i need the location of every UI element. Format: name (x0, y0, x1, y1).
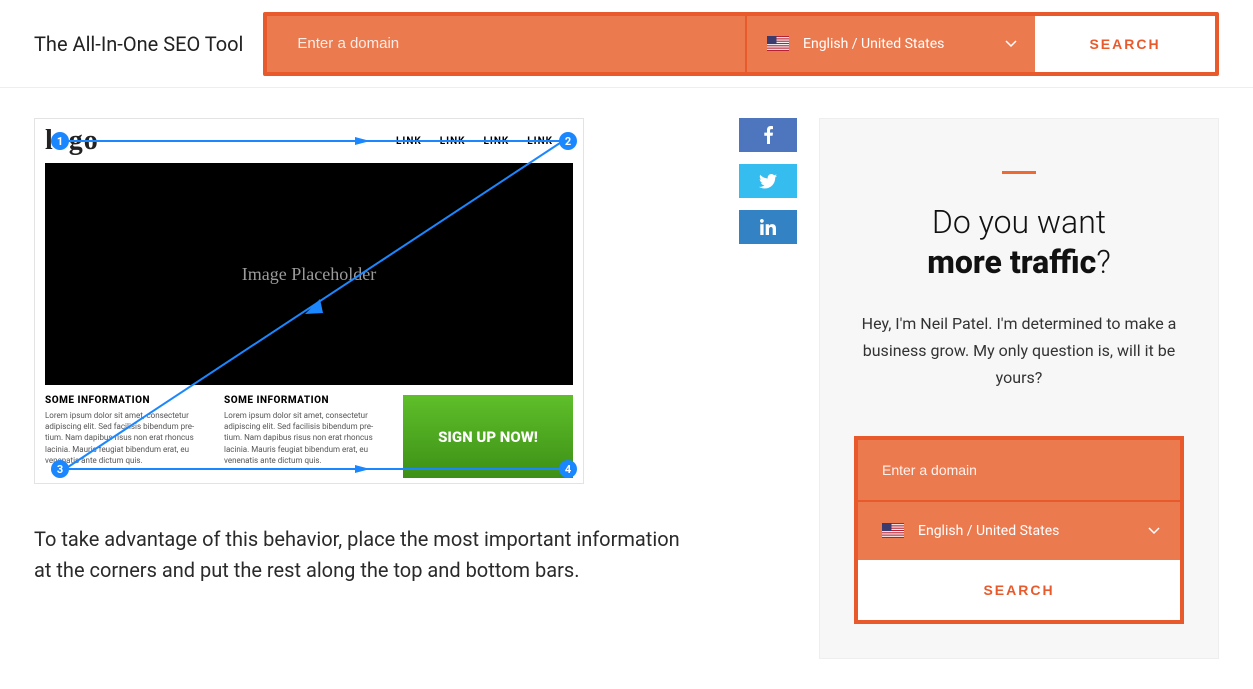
mock-info-body: Lorem ipsum dolor sit amet, consectetur … (45, 410, 206, 466)
mock-columns: SOME INFORMATION Lorem ipsum dolor sit a… (45, 395, 573, 478)
share-facebook-button[interactable] (739, 118, 797, 152)
mock-hero-label: Image Placeholder (242, 264, 376, 285)
top-search-bar: English / United States SEARCH (263, 12, 1219, 76)
mock-cta: SIGN UP NOW! (403, 395, 573, 478)
mock-nav: LINK LINK LINK LINK (396, 136, 553, 147)
sidebar-heading-suf: ? (1096, 243, 1111, 281)
sidebar-search-row (858, 440, 1180, 500)
article-column: logo LINK LINK LINK LINK Image Placehold… (34, 118, 699, 586)
twitter-icon (759, 174, 777, 189)
sidebar-region-label: English / United States (918, 523, 1059, 539)
top-bar: The All-In-One SEO Tool English / United… (0, 0, 1253, 88)
mock-nav-link: LINK (527, 136, 553, 147)
region-label: English / United States (803, 36, 944, 52)
callout-badge-4: 4 (559, 460, 577, 478)
mock-info-heading: SOME INFORMATION (224, 395, 385, 406)
sidebar-heading-bold: more traffic (927, 243, 1096, 281)
sidebar-search-button[interactable]: SEARCH (858, 560, 1180, 620)
page-title: The All-In-One SEO Tool (34, 32, 243, 56)
us-flag-icon (882, 523, 904, 538)
callout-badge-2: 2 (559, 132, 577, 150)
mock-info-col: SOME INFORMATION Lorem ipsum dolor sit a… (224, 395, 385, 478)
sidebar-search-input[interactable] (882, 462, 1156, 478)
mock-cta-label: SIGN UP NOW! (438, 428, 538, 446)
sidebar-desc: Hey, I'm Neil Patel. I'm determined to m… (854, 310, 1184, 392)
search-button[interactable]: SEARCH (1035, 16, 1215, 72)
z-pattern-diagram: logo LINK LINK LINK LINK Image Placehold… (34, 118, 584, 484)
region-dropdown[interactable]: English / United States (745, 16, 1035, 72)
mock-info-col: SOME INFORMATION Lorem ipsum dolor sit a… (45, 395, 206, 478)
top-search-input-wrap (267, 16, 745, 72)
linkedin-icon (760, 219, 776, 235)
facebook-icon (764, 126, 773, 144)
share-linkedin-button[interactable] (739, 210, 797, 244)
sidebar-cta-card: Do you want more traffic? Hey, I'm Neil … (819, 118, 1219, 659)
sidebar-region-dropdown[interactable]: English / United States (858, 500, 1180, 560)
chevron-down-icon (1005, 40, 1017, 48)
share-twitter-button[interactable] (739, 164, 797, 198)
callout-badge-1: 1 (51, 132, 69, 150)
mock-info-heading: SOME INFORMATION (45, 395, 206, 406)
page-body: logo LINK LINK LINK LINK Image Placehold… (0, 88, 1253, 689)
sidebar-search-form: English / United States SEARCH (854, 436, 1184, 624)
callout-badge-3: 3 (51, 460, 69, 478)
search-input[interactable] (297, 35, 715, 52)
mock-hero: Image Placeholder (45, 163, 573, 385)
us-flag-icon (767, 36, 789, 51)
article-paragraph: To take advantage of this behavior, plac… (34, 524, 694, 586)
mock-info-body: Lorem ipsum dolor sit amet, consectetur … (224, 410, 385, 466)
mock-nav-link: LINK (440, 136, 466, 147)
mock-header: logo LINK LINK LINK LINK (35, 119, 583, 163)
chevron-down-icon (1148, 527, 1160, 535)
sidebar-heading-pre: Do you want (932, 203, 1106, 241)
mock-nav-link: LINK (396, 136, 422, 147)
sidebar-heading: Do you want more traffic? (854, 202, 1184, 282)
social-share-column (739, 118, 799, 244)
mock-nav-link: LINK (484, 136, 510, 147)
accent-bar (1002, 171, 1036, 174)
